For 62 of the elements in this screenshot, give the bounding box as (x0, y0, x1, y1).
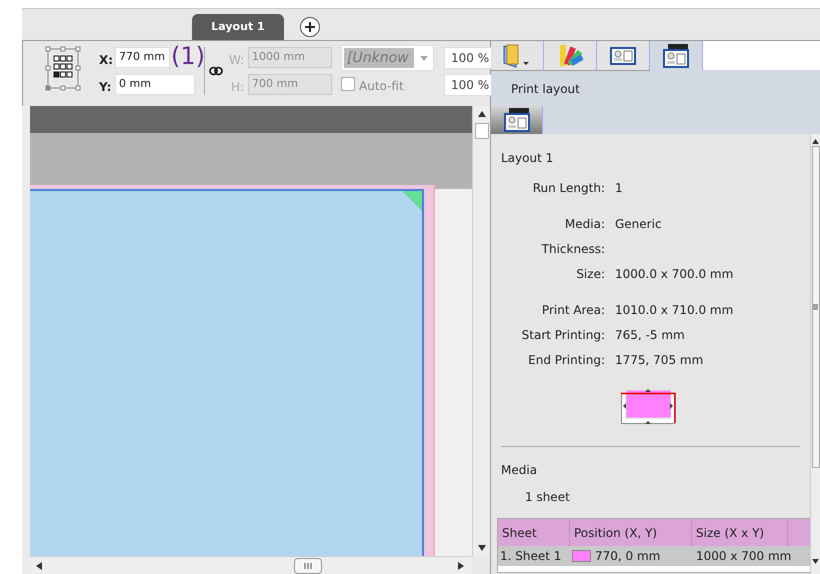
reference-point-icon[interactable] (45, 46, 81, 91)
grip-icon (303, 562, 313, 568)
property-label: Thickness: (540, 241, 605, 258)
scroll-up-icon[interactable] (478, 111, 486, 117)
link-icon[interactable] (209, 66, 223, 76)
color-swatches-icon (557, 44, 583, 68)
property-value: Generic (615, 216, 663, 233)
field-label: Y: (99, 79, 112, 96)
panel-scrollbar[interactable] (810, 134, 820, 574)
scroll-up-icon[interactable] (812, 139, 819, 144)
table-cell-text: 1000 x 700 mm (695, 548, 788, 565)
scroll-thumb[interactable] (294, 558, 322, 574)
scale-field[interactable]: 100 % (444, 74, 491, 96)
scroll-down-icon[interactable] (478, 545, 486, 551)
table-row[interactable]: 1. Sheet 1 770, 0 mm 1000 x 700 mm (498, 546, 810, 566)
scroll-right-icon[interactable] (458, 562, 464, 570)
property-label: End Printing: (527, 352, 605, 369)
table-cell-text: 1. Sheet 1 (499, 548, 562, 565)
field-label: W: (229, 52, 244, 69)
print-area-preview (621, 389, 676, 424)
property-label: Start Printing: (520, 327, 605, 344)
panel-subtab[interactable] (491, 106, 543, 134)
table-cell-text: 770, 0 mm (595, 548, 660, 565)
property-value: 1000.0 x 700.0 mm (615, 266, 734, 283)
vertical-scrollbar[interactable] (472, 106, 490, 556)
folder-icon (502, 44, 532, 68)
scroll-down-icon[interactable] (812, 559, 819, 564)
annotation-label: (1) (171, 42, 205, 70)
panel-title: Print layout (511, 80, 580, 98)
scroll-thumb[interactable] (812, 146, 820, 468)
corner-marker-icon (402, 191, 422, 211)
property-value: 1775, 705 mm (615, 352, 704, 369)
section-title: Media (500, 462, 538, 479)
property-value: 1 (615, 180, 624, 197)
property-label: Size: (575, 266, 605, 283)
property-label: Print Area: (540, 302, 605, 319)
property-label: Run Length: (532, 180, 605, 197)
layout-card-icon (610, 46, 636, 66)
section-title: Layout 1 (500, 150, 554, 167)
property-label: Media: (564, 216, 605, 233)
scroll-left-icon[interactable] (36, 562, 42, 570)
scale-field[interactable]: 100 % (444, 47, 491, 69)
property-value: 765, -5 mm (615, 327, 686, 344)
grip-icon (813, 304, 818, 310)
plus-icon (305, 22, 315, 32)
caret-icon (420, 56, 428, 60)
printer-icon (504, 108, 530, 132)
property-value: 1010.0 x 710.0 mm (615, 302, 734, 319)
panel-tab[interactable] (597, 41, 650, 71)
y-field[interactable]: 0 mm (115, 74, 195, 95)
horizontal-scrollbar[interactable] (30, 556, 472, 574)
auto-fit-label: Auto-fit (359, 78, 404, 95)
printer-icon (663, 44, 689, 68)
field-label: X: (99, 52, 114, 69)
document-tab[interactable]: Layout 1 (192, 14, 284, 40)
panel-tab[interactable] (650, 41, 703, 71)
auto-fit-checkbox[interactable] (341, 77, 355, 91)
add-tab-button[interactable] (300, 17, 320, 37)
field-label: H: (231, 79, 244, 96)
sheet-count: 1 sheet (524, 489, 571, 506)
x-field[interactable]: 770 mm (115, 47, 170, 68)
scroll-thumb[interactable] (474, 123, 488, 139)
